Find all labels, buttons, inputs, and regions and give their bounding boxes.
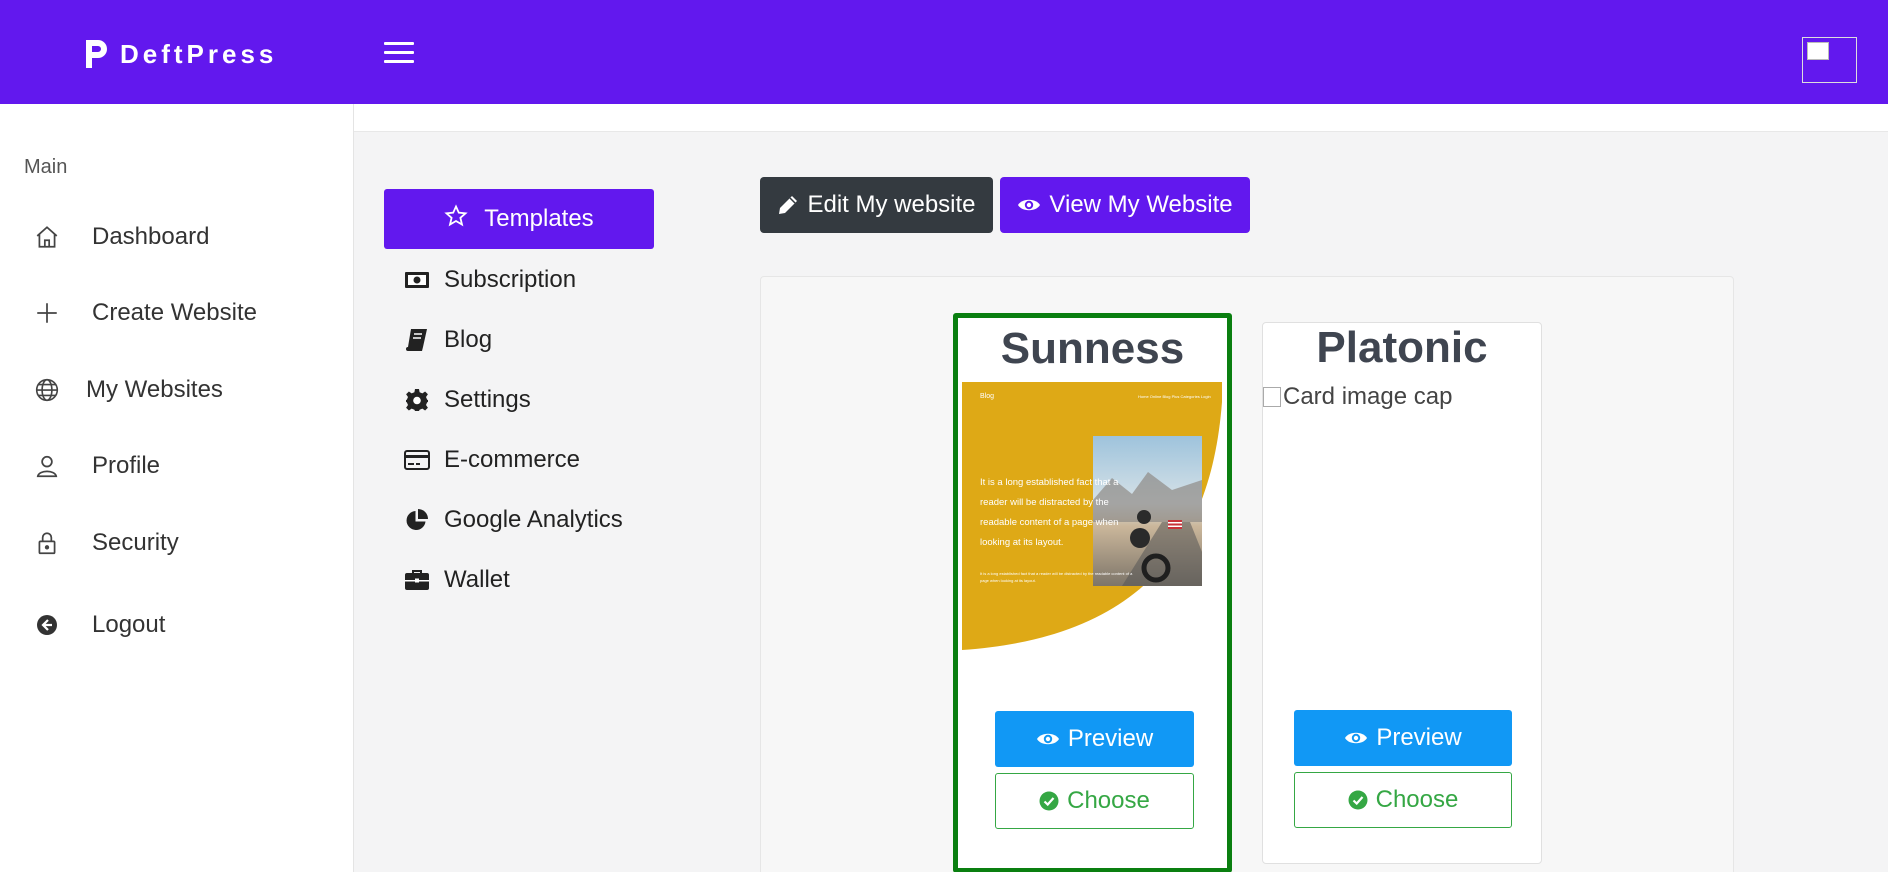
- view-my-website-button[interactable]: View My Website: [1000, 177, 1250, 233]
- globe-icon: [32, 375, 62, 405]
- user-icon: [32, 451, 62, 481]
- sidebar-item-my-websites[interactable]: My Websites: [32, 375, 223, 405]
- menu-item-label: Settings: [444, 386, 531, 413]
- menu-item-google-analytics[interactable]: Google Analytics: [404, 506, 623, 534]
- choose-button[interactable]: Choose: [1294, 772, 1512, 828]
- star-icon: [444, 203, 468, 235]
- menu-item-settings[interactable]: Settings: [404, 386, 531, 414]
- template-card-platonic[interactable]: Platonic Card image cap Preview Choose: [1262, 322, 1542, 864]
- svg-text:It is a long established fact: It is a long established fact that a rea…: [980, 571, 1133, 576]
- brand-name: DeftPress: [120, 38, 278, 69]
- template-title: Platonic: [1316, 323, 1488, 372]
- sidebar-item-create-website[interactable]: Create Website: [32, 298, 257, 328]
- menu-item-wallet[interactable]: Wallet: [404, 566, 510, 594]
- sunness-preview-image: Blog Home Online Blog Plus Categories Lo…: [962, 382, 1222, 672]
- svg-text:It is a long established fact: It is a long established fact that a: [980, 477, 1119, 488]
- view-my-website-label: View My Website: [1049, 191, 1233, 218]
- eye-icon: [1344, 729, 1368, 747]
- menu-item-label: Wallet: [444, 566, 510, 593]
- sidebar-item-label: Dashboard: [92, 223, 210, 250]
- svg-text:looking at its layout.: looking at its layout.: [980, 537, 1063, 548]
- menu-item-templates[interactable]: Templates: [384, 189, 654, 249]
- home-icon: [32, 222, 62, 252]
- thumb-nav-links: Home Online Blog Plus Categories Login: [1138, 394, 1211, 399]
- menu-item-label: Subscription: [444, 266, 577, 293]
- card-image-alt: Card image cap: [1283, 383, 1453, 410]
- lock-icon: [32, 528, 62, 558]
- menu-item-blog[interactable]: Blog: [404, 326, 492, 354]
- check-circle-icon: [1348, 790, 1368, 810]
- choose-label: Choose: [1067, 787, 1150, 814]
- choose-button[interactable]: Choose: [995, 773, 1194, 829]
- sidebar-item-label: Create Website: [92, 299, 257, 326]
- logout-icon: [32, 610, 62, 640]
- edit-my-website-button[interactable]: Edit My website: [760, 177, 993, 233]
- thumb-nav-brand: Blog: [980, 393, 994, 400]
- eye-icon: [1036, 730, 1060, 748]
- broken-image-icon: [1807, 42, 1829, 60]
- svg-text:readable content of a page whe: readable content of a page when: [980, 517, 1118, 528]
- svg-text:reader will be distracted by t: reader will be distracted by the: [980, 497, 1109, 508]
- money-bill-icon: [404, 267, 430, 293]
- preview-label: Preview: [1376, 724, 1462, 751]
- sidebar: Main Dashboard Create Website My Website…: [0, 104, 354, 872]
- preview-button[interactable]: Preview: [995, 711, 1194, 767]
- edit-my-website-label: Edit My website: [807, 191, 976, 218]
- menu-item-e-commerce[interactable]: E-commerce: [404, 446, 580, 474]
- menu-item-label: E-commerce: [444, 446, 581, 473]
- check-circle-icon: [1039, 791, 1059, 811]
- sidebar-item-security[interactable]: Security: [32, 528, 179, 558]
- briefcase-icon: [404, 567, 430, 593]
- sidebar-section-label: Main: [24, 156, 68, 178]
- plus-icon: [32, 298, 62, 328]
- top-navbar: DeftPress: [0, 0, 1888, 104]
- deftpress-logo-icon: [86, 40, 107, 68]
- pencil-icon: [777, 194, 799, 216]
- logout-label: Logout: [92, 611, 166, 638]
- menu-item-subscription[interactable]: Subscription: [404, 266, 576, 294]
- sidebar-item-dashboard[interactable]: Dashboard: [32, 222, 209, 252]
- sidebar-item-logout[interactable]: Logout: [32, 610, 165, 640]
- menu-item-label: Templates: [484, 205, 594, 232]
- avatar[interactable]: [1802, 37, 1857, 83]
- credit-card-icon: [404, 447, 430, 473]
- sidebar-item-label: My Websites: [86, 376, 223, 403]
- broken-image-icon: [1263, 387, 1281, 407]
- templates-panel: [760, 276, 1734, 872]
- content-header-strip: [354, 104, 1888, 132]
- eye-icon: [1017, 196, 1041, 214]
- sidebar-item-label: Security: [92, 529, 179, 556]
- brand[interactable]: DeftPress: [82, 38, 277, 70]
- choose-label: Choose: [1375, 786, 1459, 813]
- card-image[interactable]: Card image cap: [1263, 383, 1452, 411]
- preview-label: Preview: [1067, 725, 1154, 752]
- sidebar-item-profile[interactable]: Profile: [32, 451, 160, 481]
- template-card-sunness[interactable]: Sunness Blog Home Online Blog Plus Categ…: [953, 313, 1232, 872]
- menu-item-label: Google Analytics: [444, 506, 623, 533]
- book-icon: [404, 327, 430, 353]
- template-title: Sunness: [1000, 324, 1185, 373]
- sidebar-item-label: Profile: [92, 452, 161, 479]
- pie-chart-icon: [404, 507, 430, 533]
- svg-text:page when looking at its layou: page when looking at its layout.: [980, 578, 1036, 583]
- menu-item-label: Blog: [444, 326, 493, 353]
- preview-button[interactable]: Preview: [1294, 710, 1512, 766]
- gear-icon: [404, 387, 430, 413]
- menu-toggle-icon[interactable]: [384, 42, 414, 64]
- template-thumbnail[interactable]: Blog Home Online Blog Plus Categories Lo…: [962, 382, 1222, 672]
